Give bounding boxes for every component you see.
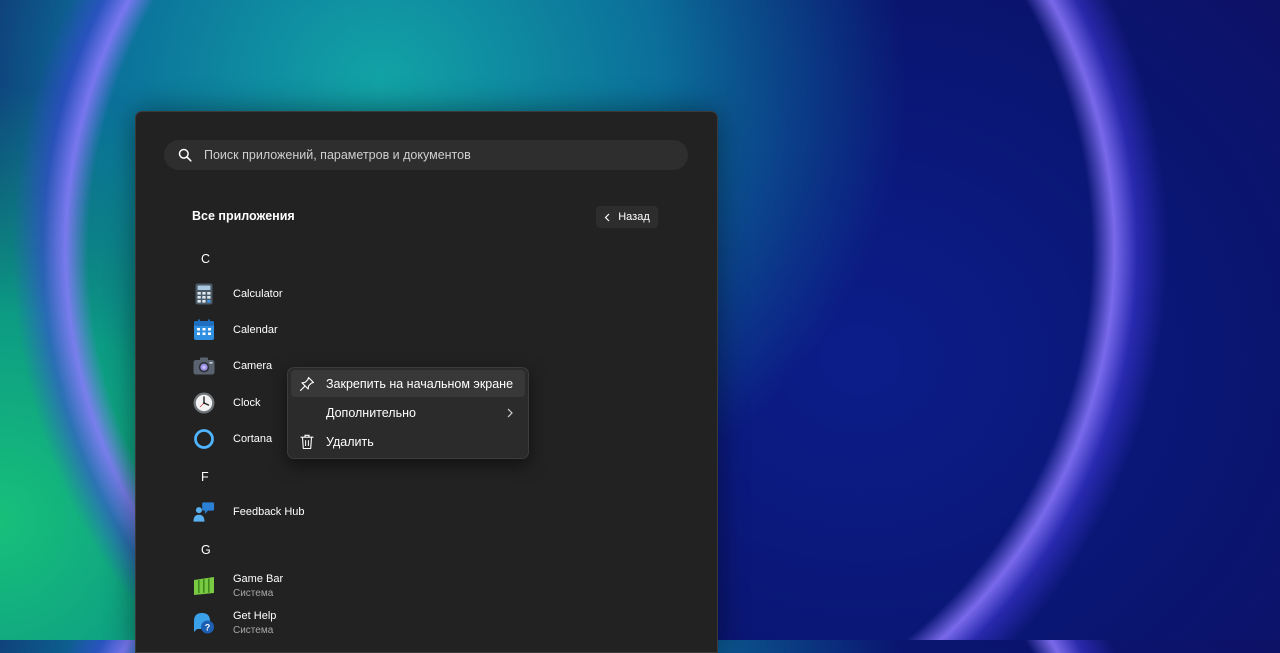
app-sublabel: Система: [233, 588, 274, 599]
app-label: Feedback Hub: [233, 506, 305, 518]
all-apps-title: Все приложения: [192, 209, 295, 223]
back-button[interactable]: Назад: [596, 206, 658, 228]
chevron-left-icon: [604, 213, 610, 222]
context-menu: Закрепить на начальном экране Дополнител…: [287, 367, 529, 459]
clock-icon: [193, 392, 215, 414]
context-item-label: Удалить: [326, 434, 374, 449]
app-label: Calculator: [233, 288, 283, 300]
search-icon: [178, 147, 194, 163]
search-input[interactable]: [204, 148, 688, 162]
app-label: Camera: [233, 360, 273, 372]
app-label: Clock: [233, 397, 261, 409]
get-help-icon: ?: [193, 612, 215, 634]
context-item-label: Дополнительно: [326, 405, 416, 420]
app-item-get-help[interactable]: ? Get Help Система: [192, 606, 492, 640]
game-bar-icon: [193, 575, 215, 597]
group-letter-g[interactable]: G: [201, 543, 211, 557]
app-label: Cortana: [233, 433, 273, 445]
calculator-icon: [193, 283, 215, 305]
group-letter-c[interactable]: C: [201, 252, 210, 266]
app-label: Get Help: [233, 610, 277, 622]
app-label: Game Bar: [233, 573, 284, 585]
app-item-calendar[interactable]: Calendar: [192, 315, 492, 345]
app-sublabel: Система: [233, 625, 274, 636]
context-item-label: Закрепить на начальном экране: [326, 376, 514, 391]
app-item-feedback-hub[interactable]: Feedback Hub: [192, 497, 492, 527]
group-letter-f[interactable]: F: [201, 470, 209, 484]
search-box[interactable]: [164, 140, 688, 170]
pin-icon: [299, 376, 315, 392]
app-item-game-bar[interactable]: Game Bar Система: [192, 569, 492, 603]
app-label: Calendar: [233, 324, 278, 336]
back-button-label: Назад: [618, 211, 650, 223]
svg-text:?: ?: [205, 622, 211, 632]
cortana-icon: [193, 428, 215, 450]
feedback-hub-icon: [193, 501, 215, 523]
camera-icon: [193, 355, 215, 377]
calendar-icon: [193, 319, 215, 341]
context-item-pin-to-start[interactable]: Закрепить на начальном экране: [291, 370, 525, 397]
chevron-right-icon: [507, 407, 513, 421]
context-item-more[interactable]: Дополнительно: [291, 399, 525, 426]
app-item-calculator[interactable]: Calculator: [192, 279, 492, 309]
trash-icon: [299, 434, 315, 450]
context-item-uninstall[interactable]: Удалить: [291, 428, 525, 455]
